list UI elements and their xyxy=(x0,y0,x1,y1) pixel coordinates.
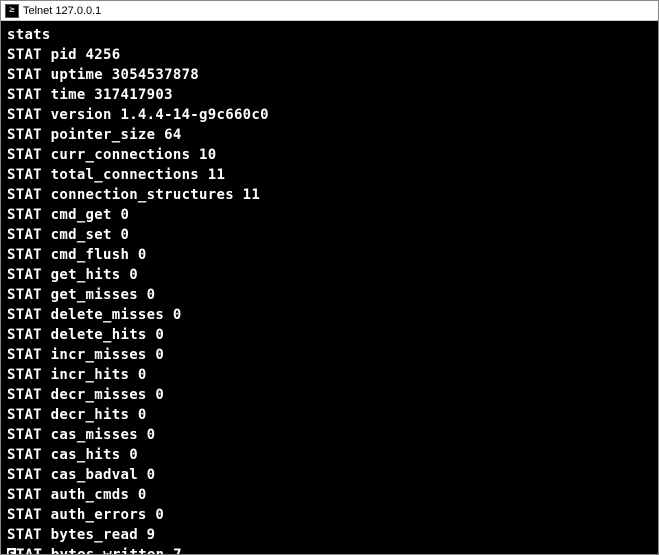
terminal-last-line: STAT bytes_written 7 xyxy=(7,545,652,554)
terminal-last-line-rest: TAT bytes_written 7 xyxy=(16,547,182,554)
terminal-line: STAT cmd_flush 0 xyxy=(7,245,652,265)
terminal-line: STAT decr_hits 0 xyxy=(7,405,652,425)
terminal-line: STAT time 317417903 xyxy=(7,85,652,105)
terminal-line: STAT version 1.4.4-14-g9c660c0 xyxy=(7,105,652,125)
terminal-line: STAT connection_structures 11 xyxy=(7,185,652,205)
terminal-line: STAT delete_hits 0 xyxy=(7,325,652,345)
terminal-lines-container: STAT pid 4256STAT uptime 3054537878STAT … xyxy=(7,45,652,545)
terminal-line: STAT pointer_size 64 xyxy=(7,125,652,145)
terminal-line: STAT cmd_get 0 xyxy=(7,205,652,225)
terminal-line: STAT incr_misses 0 xyxy=(7,345,652,365)
terminal-line: STAT uptime 3054537878 xyxy=(7,65,652,85)
terminal-line: STAT auth_cmds 0 xyxy=(7,485,652,505)
terminal-command: stats xyxy=(7,25,652,45)
terminal-line: STAT incr_hits 0 xyxy=(7,365,652,385)
terminal-line: STAT cmd_set 0 xyxy=(7,225,652,245)
cursor-block: S xyxy=(7,548,16,554)
terminal-line: STAT cas_misses 0 xyxy=(7,425,652,445)
terminal-output[interactable]: stats STAT pid 4256STAT uptime 305453787… xyxy=(1,21,658,554)
terminal-line: STAT curr_connections 10 xyxy=(7,145,652,165)
terminal-line: STAT decr_misses 0 xyxy=(7,385,652,405)
terminal-line: STAT get_misses 0 xyxy=(7,285,652,305)
terminal-line: STAT delete_misses 0 xyxy=(7,305,652,325)
terminal-line: STAT auth_errors 0 xyxy=(7,505,652,525)
terminal-line: STAT total_connections 11 xyxy=(7,165,652,185)
cmd-icon: ≥ xyxy=(5,4,19,18)
terminal-line: STAT cas_hits 0 xyxy=(7,445,652,465)
window-titlebar[interactable]: ≥ Telnet 127.0.0.1 xyxy=(1,1,658,21)
terminal-line: STAT pid 4256 xyxy=(7,45,652,65)
window-title: Telnet 127.0.0.1 xyxy=(23,5,101,17)
terminal-line: STAT bytes_read 9 xyxy=(7,525,652,545)
terminal-line: STAT cas_badval 0 xyxy=(7,465,652,485)
terminal-line: STAT get_hits 0 xyxy=(7,265,652,285)
cmd-icon-glyph: ≥ xyxy=(9,6,14,15)
